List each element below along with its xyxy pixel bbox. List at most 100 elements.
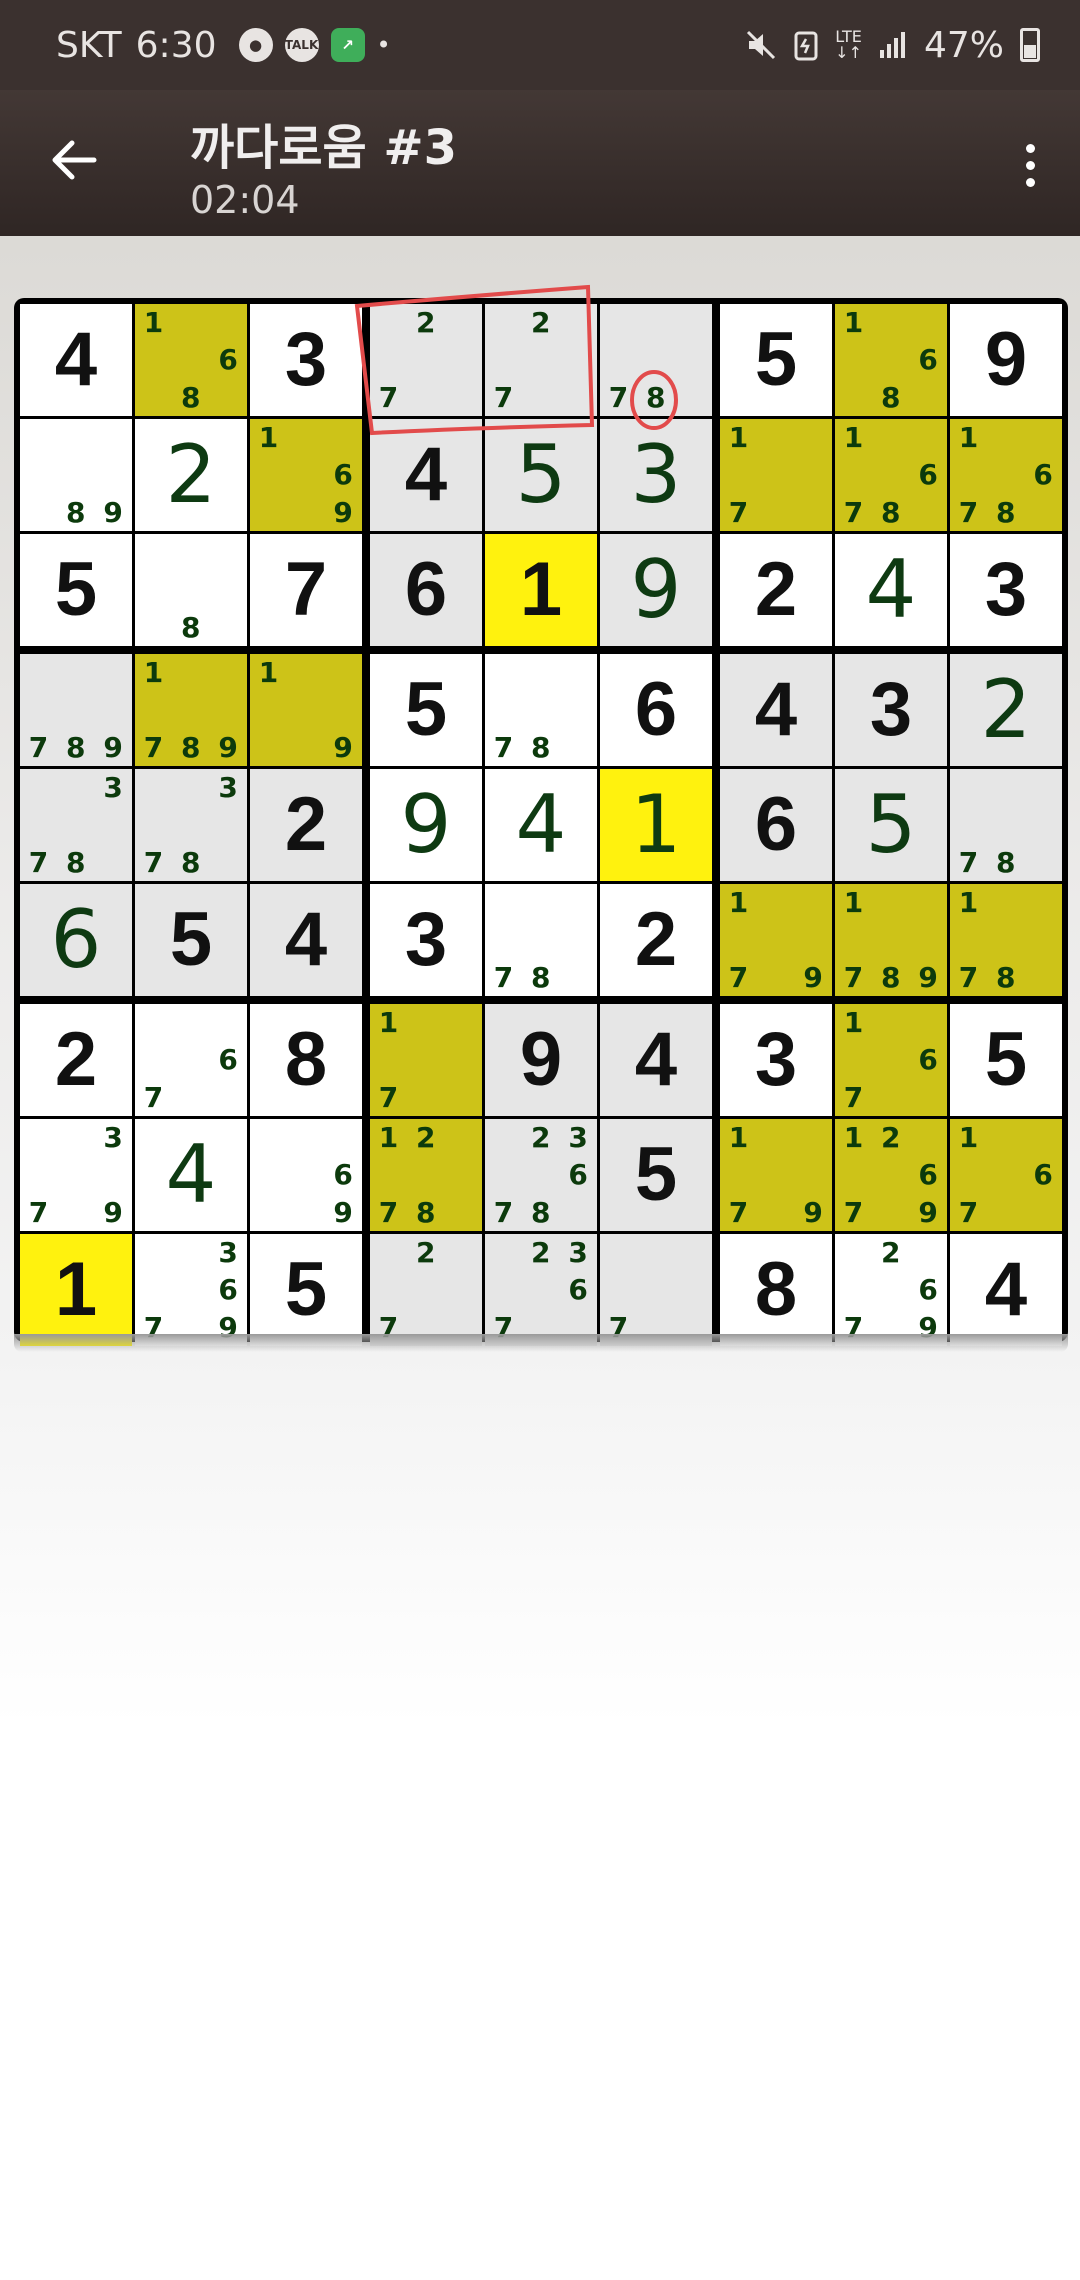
cell-r1c1[interactable]: 4	[20, 304, 132, 416]
cell-r5c4[interactable]: 9	[370, 769, 482, 881]
cell-r6c3[interactable]: 4	[250, 884, 362, 996]
cell-r1c5[interactable]: 27	[485, 304, 597, 416]
cell-r6c7[interactable]: 1 7 9	[720, 884, 832, 996]
cell-r2c3[interactable]: 1 69	[250, 419, 362, 531]
cell-r4c6[interactable]: 6	[600, 654, 712, 766]
cell-r9c7[interactable]: 8	[720, 1234, 832, 1346]
cell-r1c7[interactable]: 5	[720, 304, 832, 416]
pencil-mark: 7	[958, 960, 979, 994]
cell-r7c9[interactable]: 5	[950, 1004, 1062, 1116]
cell-r3c3[interactable]: 7	[250, 534, 362, 646]
cell-r8c2[interactable]: 4	[135, 1119, 247, 1231]
pencil-mark: 2	[416, 305, 436, 339]
cell-r7c2[interactable]: 67	[135, 1004, 247, 1116]
cell-r8c8[interactable]: 126 7 9	[835, 1119, 947, 1231]
cell-r1c8[interactable]: 1 68	[835, 304, 947, 416]
cell-r1c6[interactable]: 78	[600, 304, 712, 416]
pencil-mark: 7	[843, 1080, 864, 1114]
cell-r9c4[interactable]: 27	[370, 1234, 482, 1346]
cell-r7c5[interactable]: 9	[485, 1004, 597, 1116]
pencil-mark: 1	[143, 655, 164, 689]
cell-r7c7[interactable]: 3	[720, 1004, 832, 1116]
pencil-mark: 2	[531, 1120, 551, 1154]
cell-r5c2[interactable]: 3 78	[135, 769, 247, 881]
cell-r9c3[interactable]: 5	[250, 1234, 362, 1346]
pencil-mark: 8	[66, 845, 86, 879]
cell-r7c3[interactable]: 8	[250, 1004, 362, 1116]
cell-r1c9[interactable]: 9	[950, 304, 1062, 416]
cell-r1c3[interactable]: 3	[250, 304, 362, 416]
cell-r5c3[interactable]: 2	[250, 769, 362, 881]
cell-r3c1[interactable]: 5	[20, 534, 132, 646]
cell-r6c5[interactable]: 78	[485, 884, 597, 996]
cell-r4c4[interactable]: 5	[370, 654, 482, 766]
cell-r8c6[interactable]: 5	[600, 1119, 712, 1231]
cell-r9c9[interactable]: 4	[950, 1234, 1062, 1346]
cell-r4c3[interactable]: 19	[250, 654, 362, 766]
cell-r6c8[interactable]: 1789	[835, 884, 947, 996]
cell-r4c8[interactable]: 3	[835, 654, 947, 766]
cell-r6c4[interactable]: 3	[370, 884, 482, 996]
cell-r5c7[interactable]: 6	[720, 769, 832, 881]
cell-r3c9[interactable]: 3	[950, 534, 1062, 646]
cell-r8c3[interactable]: 69	[250, 1119, 362, 1231]
cell-r5c6[interactable]: 1	[600, 769, 712, 881]
cell-r2c1[interactable]: 89	[20, 419, 132, 531]
talk-icon: TALK	[284, 28, 319, 62]
cell-r3c8[interactable]: 4	[835, 534, 947, 646]
cell-r2c9[interactable]: 1678	[950, 419, 1062, 531]
pencil-mark: 6	[218, 1043, 238, 1077]
cell-r7c8[interactable]: 1 6 7	[835, 1004, 947, 1116]
cell-r8c5[interactable]: 23 6 78	[485, 1119, 597, 1231]
cell-r4c9[interactable]: 2	[950, 654, 1062, 766]
cell-r2c2[interactable]: 2	[135, 419, 247, 531]
cell-r8c9[interactable]: 1 6 7	[950, 1119, 1062, 1231]
cell-r9c5[interactable]: 2367	[485, 1234, 597, 1346]
cell-r8c7[interactable]: 1 7 9	[720, 1119, 832, 1231]
cell-r6c9[interactable]: 1 78	[950, 884, 1062, 996]
cell-r5c9[interactable]: 78	[950, 769, 1062, 881]
cell-r7c1[interactable]: 2	[20, 1004, 132, 1116]
cell-r7c4[interactable]: 17	[370, 1004, 482, 1116]
cell-r5c1[interactable]: 3 78	[20, 769, 132, 881]
cell-r3c6[interactable]: 9	[600, 534, 712, 646]
cell-r5c5[interactable]: 4	[485, 769, 597, 881]
cell-r2c8[interactable]: 1678	[835, 419, 947, 531]
cell-r4c5[interactable]: 78	[485, 654, 597, 766]
cell-r9c1[interactable]: 1	[20, 1234, 132, 1346]
cell-r4c1[interactable]: 789	[20, 654, 132, 766]
cell-r2c4[interactable]: 4	[370, 419, 482, 531]
given-digit: 6	[404, 547, 448, 632]
pencil-mark: 1	[728, 420, 749, 454]
cell-r8c1[interactable]: 3 7 9	[20, 1119, 132, 1231]
cell-r3c2[interactable]: 8	[135, 534, 247, 646]
cell-r4c2[interactable]: 1789	[135, 654, 247, 766]
cell-r9c8[interactable]: 2679	[835, 1234, 947, 1346]
cell-r1c4[interactable]: 27	[370, 304, 482, 416]
cell-r3c7[interactable]: 2	[720, 534, 832, 646]
cell-r6c6[interactable]: 2	[600, 884, 712, 996]
entered-digit: 9	[400, 778, 452, 871]
pencil-mark: 2	[531, 305, 551, 339]
given-digit: 3	[984, 547, 1028, 632]
cell-r6c2[interactable]: 5	[135, 884, 247, 996]
cell-r6c1[interactable]: 6	[20, 884, 132, 996]
cell-r4c7[interactable]: 4	[720, 654, 832, 766]
pencil-mark: 7	[493, 960, 514, 994]
cell-r8c4[interactable]: 12 78	[370, 1119, 482, 1231]
pencil-mark: 3	[568, 1235, 588, 1269]
cell-r1c2[interactable]: 1 68	[135, 304, 247, 416]
cell-r9c6[interactable]: 7	[600, 1234, 712, 1346]
given-digit: 3	[284, 317, 328, 402]
cell-r2c5[interactable]: 5	[485, 419, 597, 531]
cell-r2c6[interactable]: 3	[600, 419, 712, 531]
cell-r3c4[interactable]: 6	[370, 534, 482, 646]
cell-r7c6[interactable]: 4	[600, 1004, 712, 1116]
back-button[interactable]	[44, 130, 104, 190]
cell-r2c7[interactable]: 17	[720, 419, 832, 531]
cell-r3c5[interactable]: 1	[485, 534, 597, 646]
cell-r9c2[interactable]: 3679	[135, 1234, 247, 1346]
overflow-menu-button[interactable]	[1010, 130, 1050, 200]
pencil-mark: 1	[843, 1120, 864, 1154]
cell-r5c8[interactable]: 5	[835, 769, 947, 881]
